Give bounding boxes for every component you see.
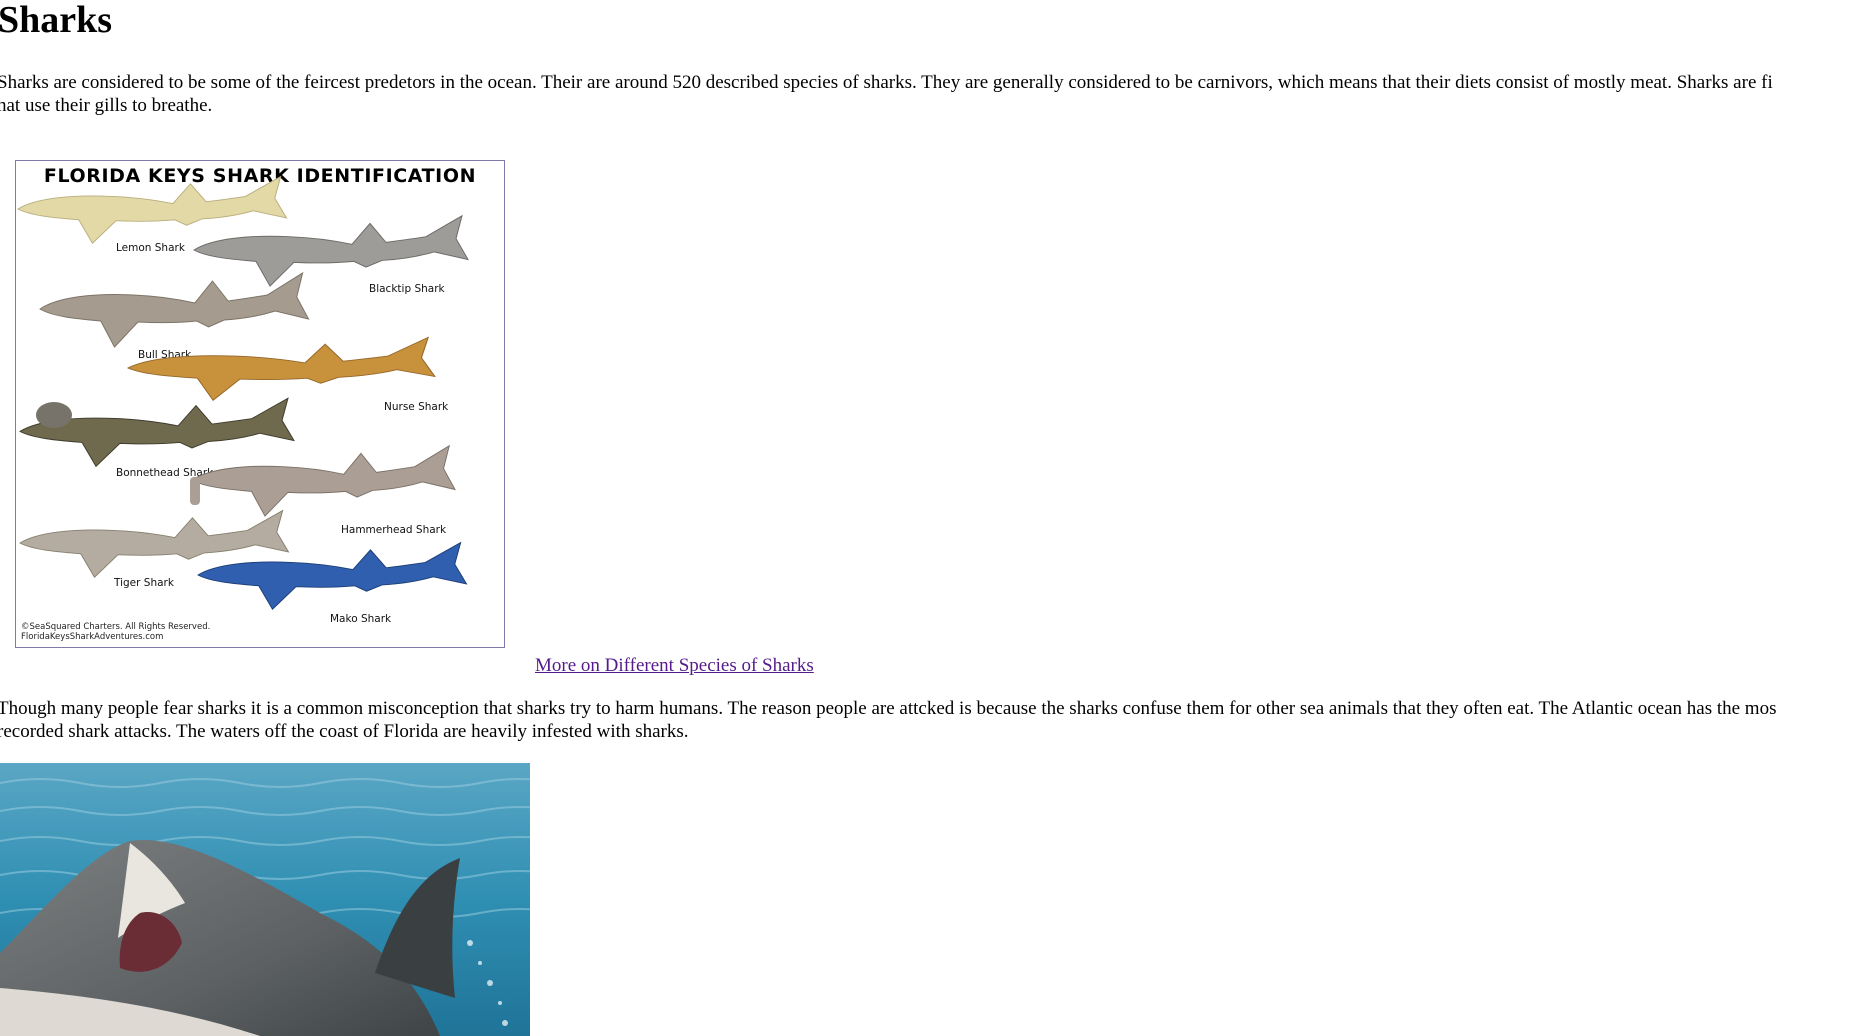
hammerhead-shark-label: Hammerhead Shark bbox=[341, 524, 447, 536]
page-title: Sharks bbox=[0, 0, 113, 41]
blacktip-shark-label: Blacktip Shark bbox=[369, 283, 446, 295]
bull-shark-drawing bbox=[39, 272, 310, 348]
tiger-shark-label: Tiger Shark bbox=[113, 577, 175, 589]
blacktip-shark-drawing bbox=[193, 215, 469, 287]
hammerhead-shark-drawing bbox=[191, 445, 456, 517]
shark-identification-image: FLORIDA KEYS SHARK IDENTIFICATION Lemon … bbox=[15, 160, 505, 648]
nurse-shark-drawing bbox=[127, 336, 436, 401]
mako-shark-label: Mako Shark bbox=[330, 613, 392, 625]
poster-copyright: ©SeaSquared Charters. All Rights Reserve… bbox=[21, 622, 210, 632]
mako-shark-drawing bbox=[197, 542, 468, 610]
bonnethead-head-inset bbox=[36, 402, 72, 428]
great-white-shark-photo bbox=[0, 763, 530, 1036]
nurse-shark-label: Nurse Shark bbox=[384, 401, 449, 413]
attacks-paragraph: Though many people fear sharks it is a c… bbox=[0, 698, 1777, 742]
species-link[interactable]: More on Different Species of Sharks bbox=[535, 654, 814, 677]
poster-title: FLORIDA KEYS SHARK IDENTIFICATION bbox=[44, 165, 476, 187]
lemon-shark-label: Lemon Shark bbox=[116, 242, 186, 254]
poster-website: FloridaKeysSharkAdventures.com bbox=[21, 632, 163, 642]
intro-paragraph: Sharks are considered to be some of the … bbox=[0, 72, 1773, 116]
hammerhead-head bbox=[190, 477, 200, 505]
